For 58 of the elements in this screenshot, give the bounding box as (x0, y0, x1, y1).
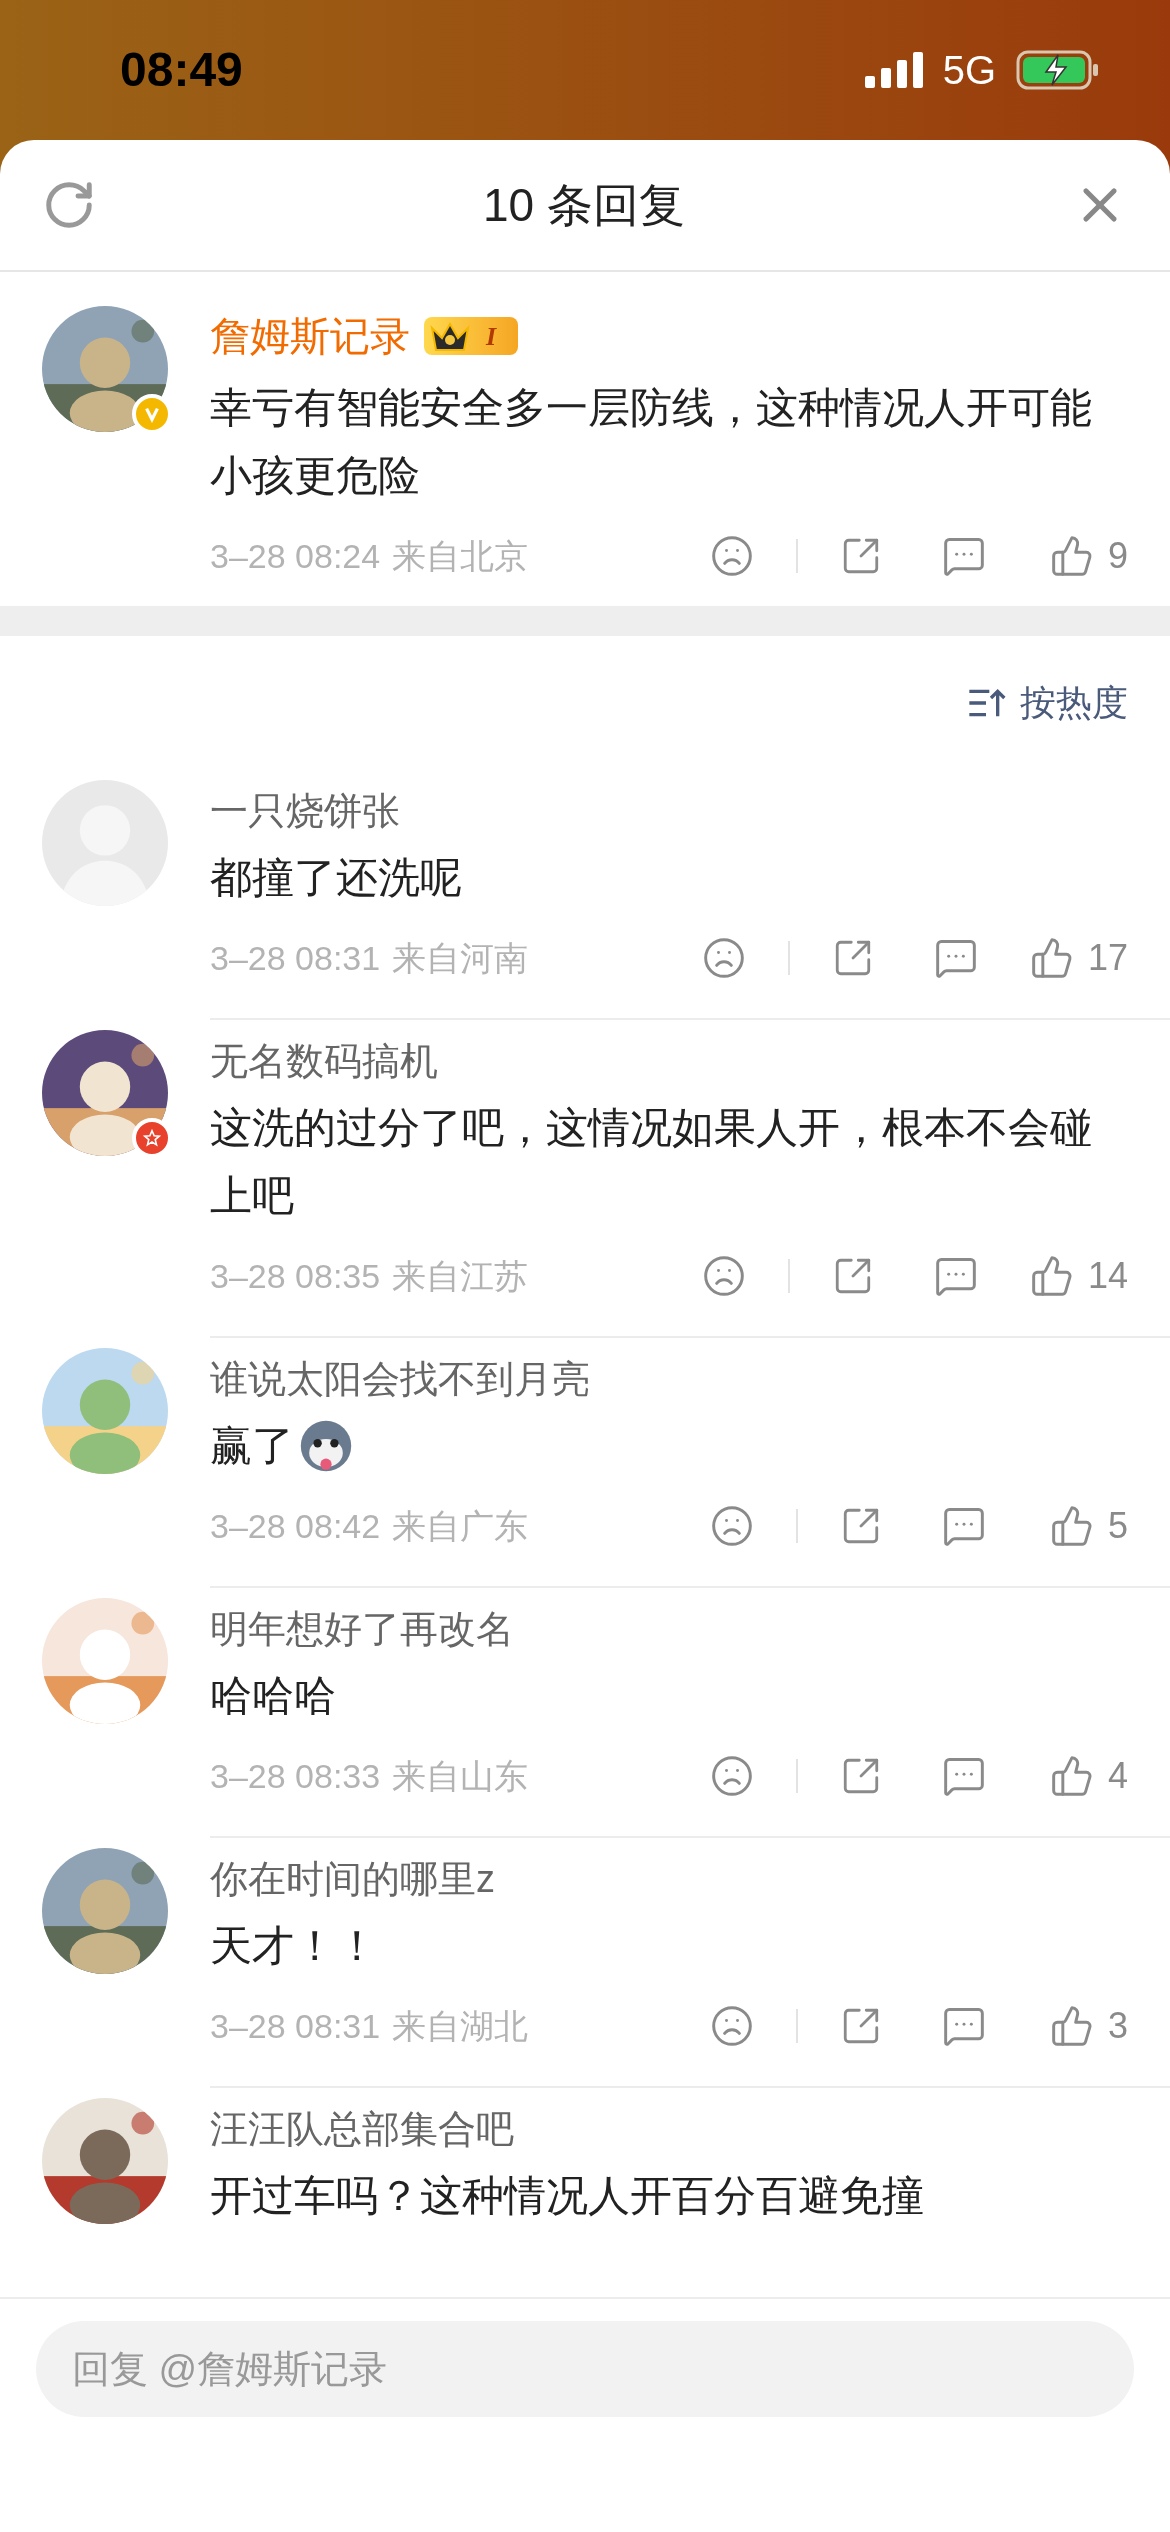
comment-time: 3–28 08:33 (210, 1755, 381, 1797)
thumbs-up-icon (1029, 1254, 1074, 1298)
like-button[interactable]: 17 (1029, 934, 1128, 982)
comment-text: 哈哈哈 (210, 1671, 336, 1721)
thumbs-up-icon (1049, 1754, 1094, 1798)
dislike-button[interactable] (710, 1754, 754, 1798)
header-title: 10 条回复 (482, 177, 686, 233)
comment-time: 3–28 08:42 (210, 1505, 381, 1547)
comment-location: 来自江苏 (392, 1255, 529, 1297)
comment-text: 开过车吗？这种情况人开百分百避免撞 (210, 2171, 924, 2221)
comment-text: 赢了 (210, 1421, 294, 1471)
sad-face-icon (710, 1754, 754, 1798)
status-time: 08:49 (120, 42, 243, 98)
comment-text: 这洗的过分了吧，这情况如果人开，根本不会碰上吧 (210, 1103, 1093, 1221)
comment-text: 天才！！ (210, 1921, 378, 1971)
comment-location: 来自广东 (392, 1505, 529, 1547)
thumbs-up-icon (1049, 1504, 1094, 1548)
like-button[interactable]: 4 (1038, 1752, 1128, 1800)
commenter-name[interactable]: 无名数码搞机 (210, 1032, 438, 1090)
sad-face-icon (710, 534, 754, 578)
thumbs-up-icon (1029, 936, 1074, 980)
sad-face-icon (710, 2004, 754, 2048)
commenter-name[interactable]: 谁说太阳会找不到月亮 (210, 1350, 590, 1408)
like-button[interactable]: 9 (1038, 532, 1128, 580)
dislike-button[interactable] (710, 534, 754, 578)
commenter-name[interactable]: 汪汪队总部集合吧 (210, 2100, 514, 2158)
thumbs-up-icon (1049, 2004, 1094, 2048)
sad-face-icon (701, 1254, 746, 1298)
signal-icon (864, 52, 923, 88)
battery-charging-icon (1016, 50, 1100, 90)
commenter-name[interactable]: 一只烧饼张 (210, 782, 400, 840)
dislike-button[interactable] (701, 1254, 746, 1298)
comment-time: 3–28 08:35 (210, 1255, 381, 1297)
like-button[interactable]: 14 (1029, 1252, 1128, 1300)
thumbs-up-icon (1049, 534, 1094, 578)
sad-face-icon (701, 936, 746, 980)
network-label: 5G (942, 47, 996, 94)
sad-face-icon (710, 1504, 754, 1548)
comment-location: 来自北京 (392, 535, 529, 577)
comment-location: 来自山东 (392, 1755, 529, 1797)
comment-time: 3–28 08:31 (210, 937, 381, 979)
comment-text: 幸亏有智能安全多一层防线，这种情况人开可能小孩更危险 (210, 383, 1093, 501)
like-button[interactable]: 3 (1038, 2002, 1128, 2050)
comment-location: 来自河南 (392, 937, 529, 979)
reply-field[interactable]: 回复 @詹姆斯记录 (36, 2321, 1134, 2417)
comment-location: 来自湖北 (392, 2005, 529, 2047)
commenter-name[interactable]: 詹姆斯记录 (210, 306, 410, 366)
comment-time: 3–28 08:24 (210, 535, 381, 577)
like-button[interactable]: 5 (1038, 1502, 1128, 1550)
dislike-button[interactable] (701, 936, 746, 980)
comment-text: 都撞了还洗呢 (210, 853, 462, 903)
commenter-name[interactable]: 你在时间的哪里z (210, 1850, 495, 1908)
dislike-button[interactable] (710, 2004, 754, 2048)
sort-button[interactable]: 按热度 (966, 676, 1128, 730)
dislike-button[interactable] (710, 1504, 754, 1548)
commenter-name[interactable]: 明年想好了再改名 (210, 1600, 514, 1658)
comment-time: 3–28 08:31 (210, 2005, 381, 2047)
level-badge: I (424, 317, 519, 355)
